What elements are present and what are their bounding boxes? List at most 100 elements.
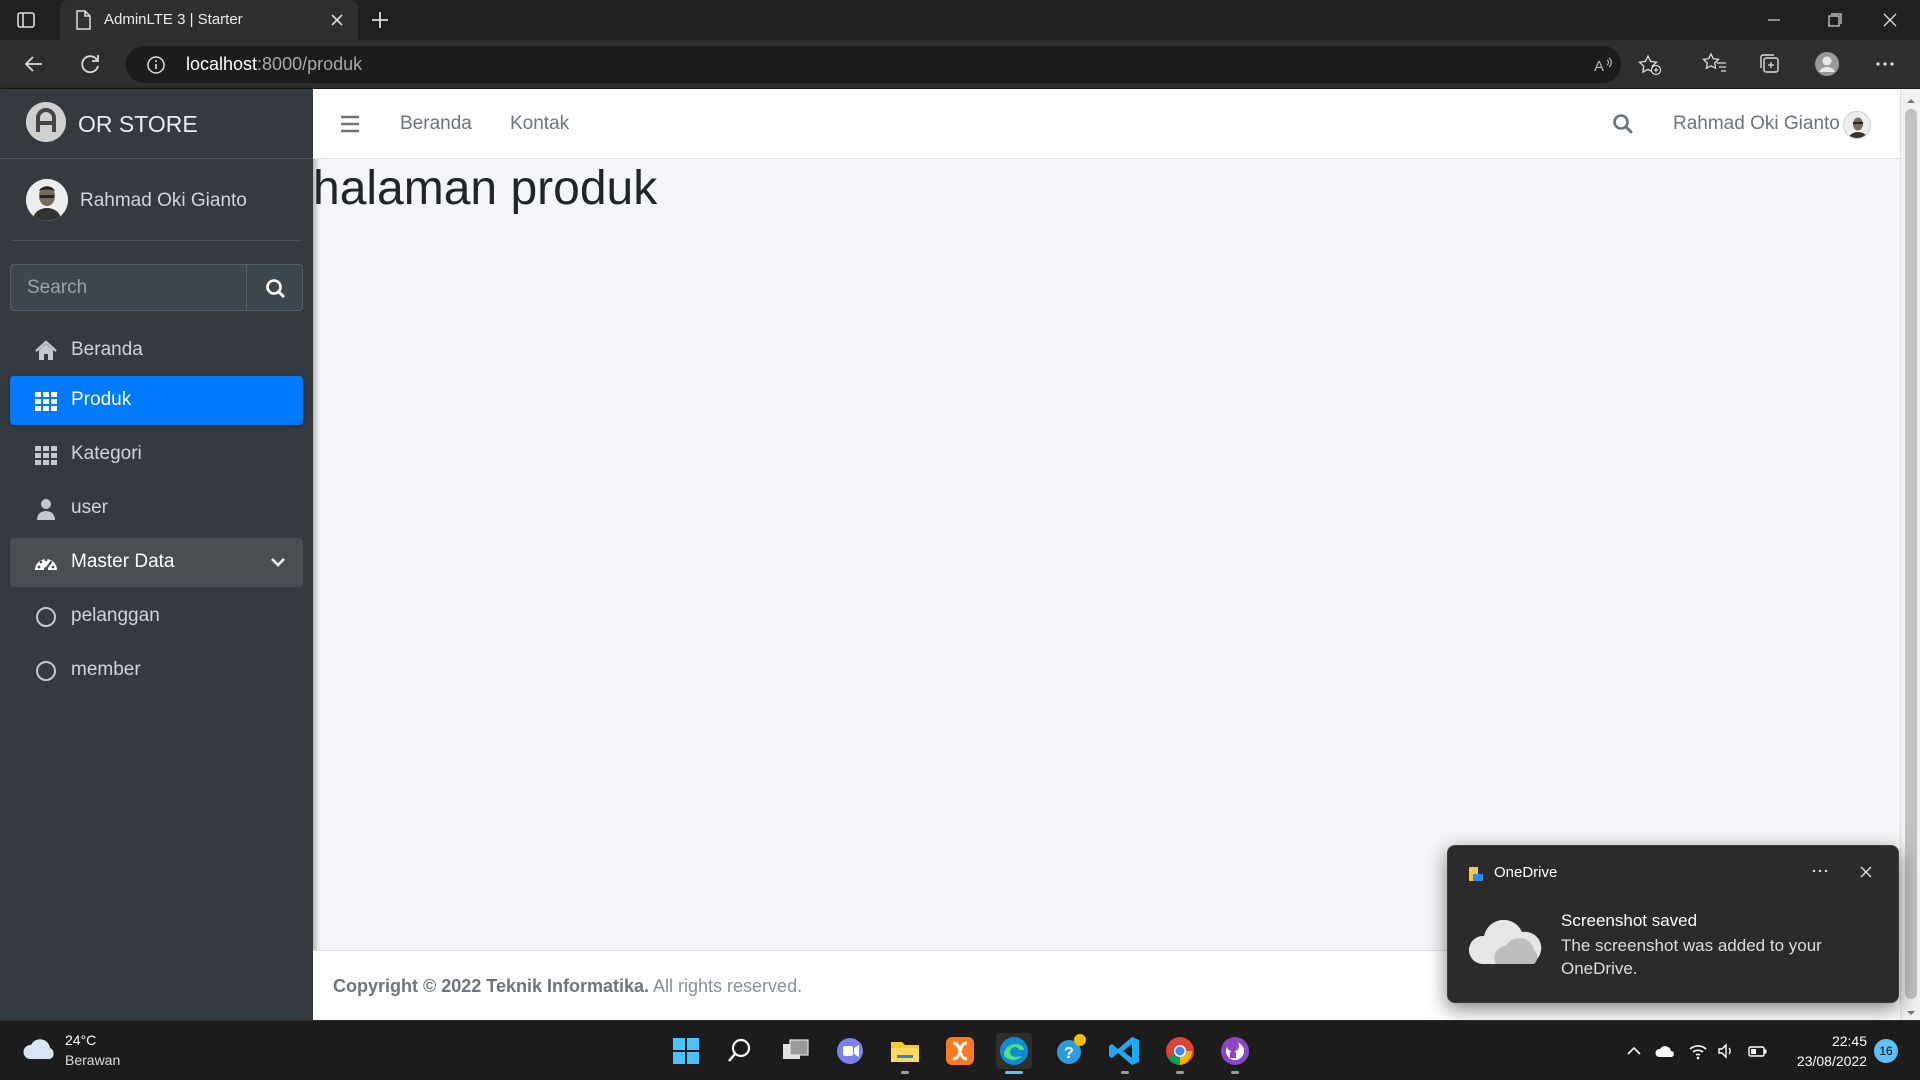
volume-icon[interactable] xyxy=(1716,1041,1736,1061)
notification-title: Screenshot saved xyxy=(1561,911,1698,930)
search-icon[interactable] xyxy=(722,1033,758,1069)
nav-link-beranda[interactable]: Beranda xyxy=(400,113,472,135)
page-icon xyxy=(74,10,92,35)
sidebar-search xyxy=(10,264,303,311)
minimize-icon[interactable] xyxy=(1746,0,1802,40)
brand-name: OR STORE xyxy=(78,111,198,137)
new-tab-icon[interactable] xyxy=(368,8,392,32)
copyright-text: Copyright © 2022 Teknik Informatika. All… xyxy=(333,976,803,996)
restore-icon[interactable] xyxy=(1806,0,1862,40)
file-explorer-icon[interactable] xyxy=(887,1033,923,1069)
browser-tab[interactable]: AdminLTE 3 | Starter xyxy=(60,0,358,40)
close-window-icon[interactable] xyxy=(1862,0,1918,40)
more-menu-icon[interactable] xyxy=(1872,51,1898,77)
add-favorite-icon[interactable] xyxy=(1638,54,1662,76)
back-icon[interactable] xyxy=(20,50,48,78)
chevron-down-icon xyxy=(269,553,287,571)
read-aloud-icon[interactable]: A xyxy=(1592,54,1616,76)
navbar-user-name[interactable]: Rahmad Oki Gianto xyxy=(1673,113,1840,135)
dashboard-gauge-icon xyxy=(34,551,58,575)
scroll-down-icon[interactable] xyxy=(1906,1005,1916,1015)
search-icon[interactable] xyxy=(1611,112,1635,136)
scrollbar-thumb[interactable] xyxy=(1905,109,1917,999)
sidebar-item-label: pelanggan xyxy=(71,605,160,626)
running-indicator xyxy=(1121,1071,1129,1074)
close-tab-icon[interactable] xyxy=(326,9,348,31)
circle-icon xyxy=(34,659,58,683)
xampp-icon[interactable] xyxy=(942,1033,978,1069)
weather-temperature[interactable]: 24°C xyxy=(65,1032,96,1048)
sidebar-item-pelanggan[interactable]: pelanggan xyxy=(10,592,303,641)
running-indicator xyxy=(1176,1071,1184,1074)
page-scrollbar[interactable] xyxy=(1900,89,1920,1020)
clock-time: 22:45 xyxy=(1831,1033,1867,1049)
notification-body: The screenshot was added to your OneDriv… xyxy=(1561,936,1822,978)
user-panel[interactable]: Rahmad Oki Gianto xyxy=(12,159,302,241)
address-toolbar: localhost:8000/produk A xyxy=(0,40,1920,89)
weather-description[interactable]: Berawan xyxy=(65,1052,120,1068)
sidebar-item-member[interactable]: member xyxy=(10,646,303,695)
url-bar[interactable]: localhost:8000/produk A xyxy=(126,46,1662,83)
search-input[interactable] xyxy=(10,264,246,311)
hamburger-menu-icon[interactable] xyxy=(339,113,361,135)
sidebar-item-beranda[interactable]: Beranda xyxy=(10,326,303,375)
task-view-icon[interactable] xyxy=(778,1033,814,1069)
taskbar: 24°C Berawan ? 22:45 23/08/2022 16 xyxy=(0,1020,1920,1080)
grid-icon xyxy=(34,443,58,467)
wifi-icon[interactable] xyxy=(1688,1041,1708,1061)
user-icon xyxy=(34,497,58,521)
sidebar-item-label: member xyxy=(71,659,141,680)
sidebar-item-master-data[interactable]: Master Data xyxy=(10,538,303,587)
scroll-up-icon[interactable] xyxy=(1906,93,1916,103)
brand-link[interactable]: OR STORE xyxy=(0,89,313,159)
sidebar-item-produk[interactable]: Produk xyxy=(10,376,303,425)
vscode-icon[interactable] xyxy=(1107,1033,1143,1069)
circle-icon xyxy=(34,605,58,629)
tab-actions-icon[interactable] xyxy=(14,8,46,32)
grid-icon xyxy=(34,389,58,413)
site-info-icon[interactable] xyxy=(146,55,166,80)
sidebar-item-label: Produk xyxy=(71,389,132,410)
teams-chat-icon[interactable] xyxy=(832,1033,868,1069)
favorites-icon[interactable] xyxy=(1702,51,1728,77)
avatar xyxy=(26,179,68,221)
url-text: localhost:8000/produk xyxy=(186,54,363,74)
sidebar-item-label: Beranda xyxy=(71,339,143,360)
sidebar-item-label: Kategori xyxy=(71,443,142,464)
battery-icon[interactable] xyxy=(1748,1041,1768,1061)
cloud-icon xyxy=(1466,914,1544,970)
close-icon[interactable] xyxy=(1858,864,1874,880)
onedrive-notification[interactable]: OneDrive Screenshot saved The screenshot… xyxy=(1447,845,1899,1003)
sidebar-item-label: Master Data xyxy=(71,551,175,572)
running-indicator xyxy=(1231,1071,1239,1074)
svg-text:?: ? xyxy=(1064,1045,1074,1062)
system-clock[interactable]: 22:45 23/08/2022 xyxy=(1782,1031,1867,1071)
home-icon xyxy=(34,339,58,363)
refresh-icon[interactable] xyxy=(76,50,104,78)
sidebar-item-user[interactable]: user xyxy=(10,484,303,533)
sidebar: OR STORE Rahmad Oki Gianto Beranda Prod xyxy=(0,89,313,1020)
active-app-indicator xyxy=(1005,1071,1023,1074)
brand-logo-icon xyxy=(26,102,66,142)
get-help-icon[interactable]: ? xyxy=(1052,1033,1088,1069)
onedrive-tray-icon[interactable] xyxy=(1654,1041,1674,1061)
github-desktop-icon[interactable] xyxy=(1217,1033,1253,1069)
weather-cloud-icon[interactable] xyxy=(22,1037,56,1061)
more-options-icon[interactable] xyxy=(1808,862,1832,880)
profile-icon[interactable] xyxy=(1814,51,1840,77)
notification-count-badge[interactable]: 16 xyxy=(1874,1039,1898,1063)
chrome-icon[interactable] xyxy=(1162,1033,1198,1069)
search-button[interactable] xyxy=(246,264,303,311)
start-windows-icon[interactable] xyxy=(668,1033,704,1069)
notification-app-name: OneDrive xyxy=(1494,864,1558,881)
clock-date: 23/08/2022 xyxy=(1796,1053,1867,1069)
collections-icon[interactable] xyxy=(1757,51,1783,77)
sidebar-user-name[interactable]: Rahmad Oki Gianto xyxy=(80,190,247,212)
sidebar-item-label: user xyxy=(71,497,108,518)
edge-browser-icon[interactable] xyxy=(996,1033,1032,1069)
top-navbar: Beranda Kontak Rahmad Oki Gianto xyxy=(313,89,1900,159)
nav-link-kontak[interactable]: Kontak xyxy=(510,113,569,135)
sidebar-item-kategori[interactable]: Kategori xyxy=(10,430,303,479)
avatar[interactable] xyxy=(1843,111,1871,139)
chevron-up-icon[interactable] xyxy=(1624,1041,1644,1061)
